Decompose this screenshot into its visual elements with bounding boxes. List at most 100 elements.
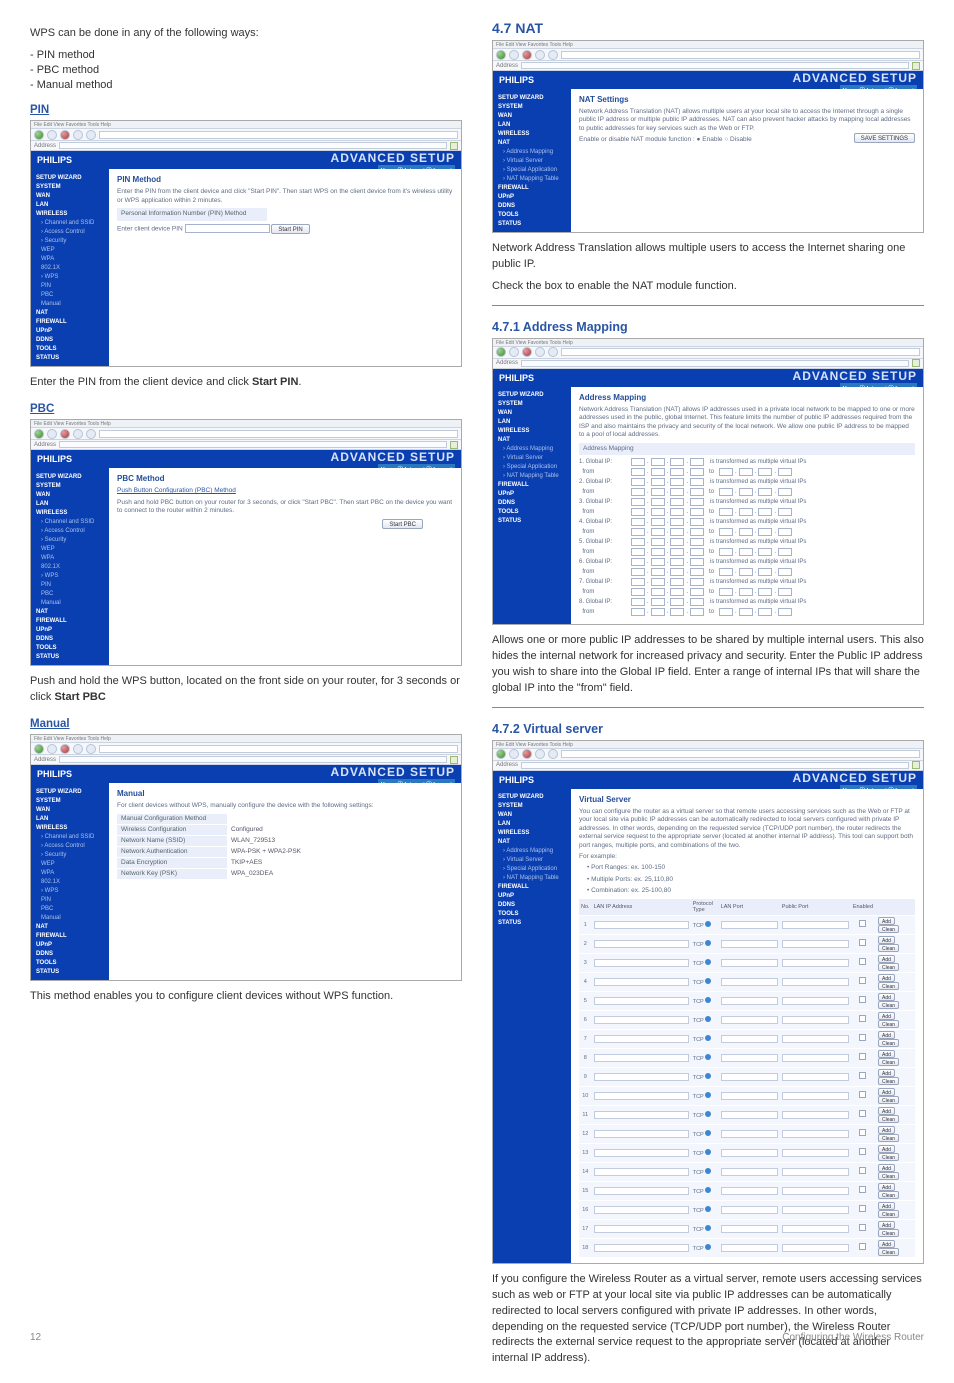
add-button[interactable]: Add	[878, 1050, 895, 1058]
protocol-select[interactable]: TCP	[693, 961, 704, 967]
nav-status[interactable]: STATUS	[31, 967, 109, 976]
nav-pbc[interactable]: PBC	[31, 589, 109, 598]
clean-button[interactable]: Clean	[878, 1096, 899, 1104]
nav-8021x[interactable]: 802.1X	[31, 263, 109, 272]
public-port-input[interactable]	[782, 1073, 849, 1081]
lan-ip-input[interactable]	[594, 940, 689, 948]
go-icon[interactable]	[912, 359, 920, 367]
forward-icon[interactable]	[47, 744, 57, 754]
nav-nat[interactable]: NAT	[31, 308, 109, 317]
nav-system[interactable]: SYSTEM	[31, 796, 109, 805]
nav-lan[interactable]: LAN	[493, 120, 571, 129]
lan-port-input[interactable]	[721, 1111, 778, 1119]
clean-button[interactable]: Clean	[878, 1153, 899, 1161]
clean-button[interactable]: Clean	[878, 1077, 899, 1085]
nav-status[interactable]: STATUS	[31, 652, 109, 661]
add-button[interactable]: Add	[878, 993, 895, 1001]
clean-button[interactable]: Clean	[878, 1058, 899, 1066]
lan-ip-input[interactable]	[594, 1187, 689, 1195]
ip-octet[interactable]	[670, 488, 684, 496]
ip-octet[interactable]	[690, 488, 704, 496]
add-button[interactable]: Add	[878, 955, 895, 963]
enabled-checkbox[interactable]	[859, 1167, 866, 1174]
protocol-select[interactable]: TCP	[693, 1056, 704, 1062]
nav-address-mapping[interactable]: › Address Mapping	[493, 847, 571, 856]
home-icon[interactable]	[86, 744, 96, 754]
ip-octet[interactable]	[719, 468, 733, 476]
ip-octet[interactable]	[690, 568, 704, 576]
nav-wireless[interactable]: WIRELESS	[493, 129, 571, 138]
clean-button[interactable]: Clean	[878, 1001, 899, 1009]
nav-status[interactable]: STATUS	[493, 517, 571, 526]
nav-lan[interactable]: LAN	[493, 820, 571, 829]
ip-octet[interactable]	[739, 528, 753, 536]
nav-tools[interactable]: TOOLS	[31, 958, 109, 967]
ip-octet[interactable]	[690, 538, 704, 546]
nav-pbc[interactable]: PBC	[31, 290, 109, 299]
nav-wan[interactable]: WAN	[493, 111, 571, 120]
ip-octet[interactable]	[690, 528, 704, 536]
ip-octet[interactable]	[631, 548, 645, 556]
ip-octet[interactable]	[651, 478, 665, 486]
nav-wireless[interactable]: WIRELESS	[31, 508, 109, 517]
ip-octet[interactable]	[631, 578, 645, 586]
back-icon[interactable]	[34, 130, 44, 140]
forward-icon[interactable]	[509, 50, 519, 60]
ip-octet[interactable]	[739, 508, 753, 516]
nav-wan[interactable]: WAN	[493, 811, 571, 820]
dropdown-icon[interactable]	[705, 1016, 711, 1022]
ip-octet[interactable]	[631, 458, 645, 466]
ip-octet[interactable]	[778, 548, 792, 556]
nav-manual[interactable]: Manual	[31, 299, 109, 308]
nav-wpa[interactable]: WPA	[31, 254, 109, 263]
ip-octet[interactable]	[651, 568, 665, 576]
lan-ip-input[interactable]	[594, 959, 689, 967]
ip-octet[interactable]	[651, 608, 665, 616]
ip-octet[interactable]	[758, 608, 772, 616]
url-field[interactable]	[521, 762, 909, 769]
nav-upnp[interactable]: UPnP	[493, 892, 571, 901]
add-button[interactable]: Add	[878, 1012, 895, 1020]
forward-icon[interactable]	[47, 429, 57, 439]
ip-octet[interactable]	[631, 478, 645, 486]
refresh-icon[interactable]	[73, 130, 83, 140]
nav-pin[interactable]: PIN	[31, 895, 109, 904]
nav-pin[interactable]: PIN	[31, 580, 109, 589]
nav-access-control[interactable]: › Access Control	[31, 526, 109, 535]
ip-octet[interactable]	[631, 528, 645, 536]
nav-8021x[interactable]: 802.1X	[31, 877, 109, 886]
enabled-checkbox[interactable]	[859, 1186, 866, 1193]
ip-octet[interactable]	[778, 508, 792, 516]
refresh-icon[interactable]	[535, 50, 545, 60]
lan-ip-input[interactable]	[594, 1244, 689, 1252]
ip-octet[interactable]	[631, 588, 645, 596]
nav-address-mapping[interactable]: › Address Mapping	[493, 445, 571, 454]
ip-octet[interactable]	[670, 478, 684, 486]
ip-octet[interactable]	[758, 548, 772, 556]
lan-ip-input[interactable]	[594, 1054, 689, 1062]
nav-nat[interactable]: NAT	[493, 436, 571, 445]
ip-octet[interactable]	[651, 558, 665, 566]
nav-upnp[interactable]: UPnP	[31, 326, 109, 335]
ip-octet[interactable]	[758, 508, 772, 516]
enabled-checkbox[interactable]	[859, 1148, 866, 1155]
public-port-input[interactable]	[782, 1111, 849, 1119]
nav-security[interactable]: › Security	[31, 535, 109, 544]
lan-ip-input[interactable]	[594, 1225, 689, 1233]
nav-upnp[interactable]: UPnP	[31, 625, 109, 634]
enabled-checkbox[interactable]	[859, 1224, 866, 1231]
lan-port-input[interactable]	[721, 940, 778, 948]
nav-upnp[interactable]: UPnP	[493, 490, 571, 499]
ip-octet[interactable]	[670, 568, 684, 576]
refresh-icon[interactable]	[535, 749, 545, 759]
ip-octet[interactable]	[631, 508, 645, 516]
ip-octet[interactable]	[690, 478, 704, 486]
enabled-checkbox[interactable]	[859, 1243, 866, 1250]
ip-octet[interactable]	[651, 528, 665, 536]
home-icon[interactable]	[548, 347, 558, 357]
forward-icon[interactable]	[509, 347, 519, 357]
lan-ip-input[interactable]	[594, 1130, 689, 1138]
ip-octet[interactable]	[739, 588, 753, 596]
ip-octet[interactable]	[670, 458, 684, 466]
enabled-checkbox[interactable]	[859, 920, 866, 927]
